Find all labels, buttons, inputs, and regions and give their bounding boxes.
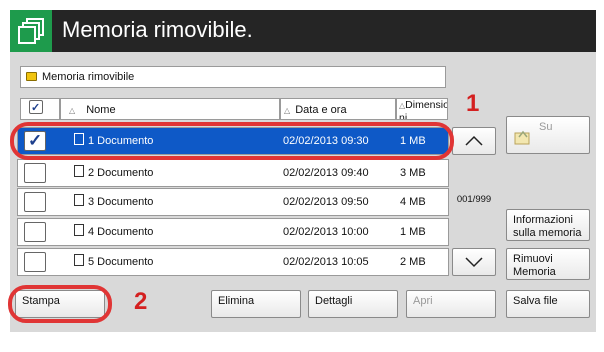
row-size: 3 MB [400, 167, 426, 179]
table-row[interactable]: 2 Documento 02/02/2013 09:40 3 MB [17, 159, 449, 187]
column-header-date-label: Data e ora [295, 104, 347, 116]
remove-memory-label: Rimuovi Memoria [513, 253, 556, 278]
row-date: 02/02/2013 09:40 [283, 167, 369, 179]
row-checkbox[interactable] [24, 222, 46, 242]
save-file-label: Salva file [513, 295, 558, 307]
removable-memory-icon [10, 10, 52, 52]
sort-triangle-icon: △ [69, 106, 76, 115]
row-size: 1 MB [400, 226, 426, 238]
folder-up-icon [514, 130, 530, 145]
row-name: 3 Documento [88, 196, 154, 208]
column-header-size[interactable]: △Dimensio ni [396, 98, 448, 120]
row-date: 02/02/2013 10:00 [283, 226, 369, 238]
folder-icon [26, 72, 37, 81]
row-name: 4 Documento [88, 226, 154, 238]
path-label: Memoria rimovibile [42, 71, 135, 83]
document-icon [74, 254, 84, 266]
callout-highlight-print [8, 285, 112, 323]
row-date: 02/02/2013 09:50 [283, 196, 369, 208]
up-level-label: Su [539, 121, 553, 133]
row-checkbox[interactable] [24, 252, 46, 272]
memory-info-label: Informazioni sulla memoria [513, 214, 582, 239]
row-checkbox[interactable] [24, 192, 46, 212]
row-size: 2 MB [400, 256, 426, 268]
scroll-down-button[interactable] [452, 248, 496, 276]
memory-info-button[interactable]: Informazioni sulla memoria [506, 209, 590, 241]
document-icon [74, 165, 84, 177]
chevron-up-icon [465, 135, 483, 146]
select-all-header[interactable]: ✓ [20, 98, 60, 120]
scroll-up-button[interactable] [452, 127, 496, 155]
callout-highlight-row [10, 122, 454, 160]
column-header-size-label: Dimensio ni [399, 99, 448, 120]
open-button[interactable]: Apri [406, 290, 496, 318]
row-name: 2 Documento [88, 167, 154, 179]
document-icon [74, 224, 84, 236]
chevron-down-icon [465, 257, 483, 268]
up-level-button[interactable]: Su [506, 116, 590, 154]
remove-memory-button[interactable]: Rimuovi Memoria [506, 248, 590, 280]
column-header-name[interactable]: △ Nome [60, 98, 280, 120]
delete-label: Elimina [218, 295, 255, 307]
document-icon [74, 194, 84, 206]
sort-triangle-icon: △ [284, 106, 291, 115]
row-size: 4 MB [400, 196, 426, 208]
table-row[interactable]: 5 Documento 02/02/2013 10:05 2 MB [17, 248, 449, 276]
row-name: 5 Documento [88, 256, 154, 268]
page-title: Memoria rimovibile. [62, 17, 253, 42]
callout-number-2: 2 [134, 288, 148, 315]
delete-button[interactable]: Elimina [211, 290, 301, 318]
row-date: 02/02/2013 10:05 [283, 256, 369, 268]
table-row[interactable]: 4 Documento 02/02/2013 10:00 1 MB [17, 218, 449, 246]
details-button[interactable]: Dettagli [308, 290, 398, 318]
callout-number-1: 1 [466, 90, 480, 117]
table-row[interactable]: 3 Documento 02/02/2013 09:50 4 MB [17, 188, 449, 216]
column-header-name-label: Nome [86, 104, 116, 116]
column-header-date[interactable]: △ Data e ora [280, 98, 396, 120]
select-all-checkbox[interactable]: ✓ [29, 100, 43, 114]
open-label: Apri [413, 295, 433, 307]
row-checkbox[interactable] [24, 163, 46, 183]
details-label: Dettagli [315, 295, 353, 307]
page-counter: 001/999 [456, 194, 492, 205]
save-file-button[interactable]: Salva file [506, 290, 590, 318]
